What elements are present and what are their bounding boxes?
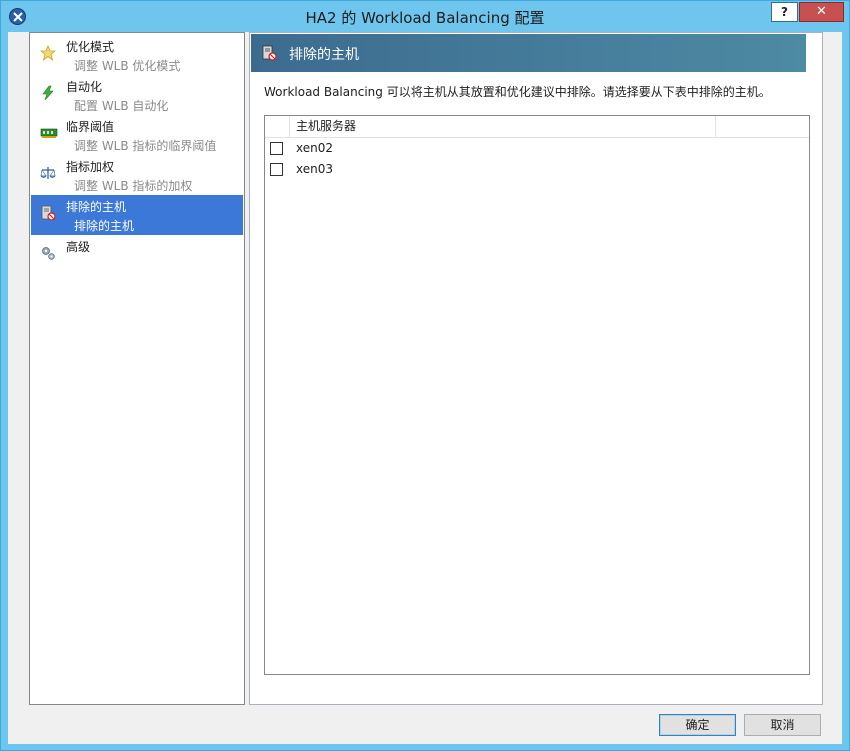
window-title: HA2 的 Workload Balancing 配置 <box>305 9 545 27</box>
nav-item-metric-weighting[interactable]: 指标加权 调整 WLB 指标的加权 <box>31 155 243 195</box>
table-row[interactable]: xen03 <box>265 159 809 180</box>
dialog-client-area: 优化模式 调整 WLB 优化模式 自动化 配置 WLB 自动化 临界阈值 调整 … <box>8 32 842 744</box>
excluded-host-icon <box>40 205 56 221</box>
exclude-host-checkbox[interactable] <box>270 142 283 155</box>
nav-item-critical-thresholds[interactable]: 临界阈值 调整 WLB 指标的临界阈值 <box>31 115 243 155</box>
panel-header: 排除的主机 <box>251 34 806 72</box>
settings-panel: 排除的主机 Workload Balancing 可以将主机从其放置和优化建议中… <box>249 32 823 705</box>
grid-header: 主机服务器 <box>265 116 809 138</box>
host-name: xen03 <box>296 162 333 176</box>
host-name: xen02 <box>296 141 333 155</box>
cancel-button[interactable]: 取消 <box>744 714 821 736</box>
nav-item-optimization-mode[interactable]: 优化模式 调整 WLB 优化模式 <box>31 35 243 75</box>
checkbox-column-header[interactable] <box>265 116 290 137</box>
table-row[interactable]: xen02 <box>265 138 809 159</box>
star-icon <box>39 44 57 62</box>
nav-item-title: 自动化 <box>66 80 103 94</box>
host-server-column-header[interactable]: 主机服务器 <box>291 116 716 137</box>
nav-item-title: 指标加权 <box>66 160 115 174</box>
ok-button[interactable]: 确定 <box>659 714 736 736</box>
settings-nav-list: 优化模式 调整 WLB 优化模式 自动化 配置 WLB 自动化 临界阈值 调整 … <box>29 32 245 705</box>
nav-item-title: 临界阈值 <box>66 120 115 134</box>
panel-title: 排除的主机 <box>289 47 359 63</box>
help-button[interactable]: ? <box>771 2 798 22</box>
host-exclusion-grid: 主机服务器 xen02 xen03 <box>264 115 810 675</box>
excluded-host-icon <box>261 45 277 64</box>
nav-item-subtitle: 调整 WLB 优化模式 <box>74 59 181 73</box>
dialog-window: HA2 的 Workload Balancing 配置 ? ✕ 优化模式 调整 … <box>0 0 850 751</box>
lightning-icon <box>40 85 56 101</box>
nav-item-subtitle: 配置 WLB 自动化 <box>74 99 169 113</box>
nav-item-title: 优化模式 <box>66 40 115 54</box>
nav-item-title: 排除的主机 <box>66 200 127 214</box>
scale-icon <box>40 165 56 181</box>
panel-description: Workload Balancing 可以将主机从其放置和优化建议中排除。请选择… <box>264 85 771 99</box>
close-button[interactable]: ✕ <box>799 2 844 22</box>
title-bar[interactable]: HA2 的 Workload Balancing 配置 ? ✕ <box>1 1 849 32</box>
nav-item-subtitle: 排除的主机 <box>74 219 135 233</box>
nav-item-subtitle: 调整 WLB 指标的临界阈值 <box>74 139 217 153</box>
nav-item-advanced[interactable]: 高级 <box>31 235 243 275</box>
nav-item-excluded-hosts[interactable]: 排除的主机 排除的主机 <box>31 195 243 235</box>
nav-item-subtitle: 调整 WLB 指标的加权 <box>74 179 193 193</box>
exclude-host-checkbox[interactable] <box>270 163 283 176</box>
nav-item-title: 高级 <box>66 240 91 254</box>
memory-icon <box>40 125 58 141</box>
nav-item-automation[interactable]: 自动化 配置 WLB 自动化 <box>31 75 243 115</box>
gears-icon <box>40 245 56 261</box>
